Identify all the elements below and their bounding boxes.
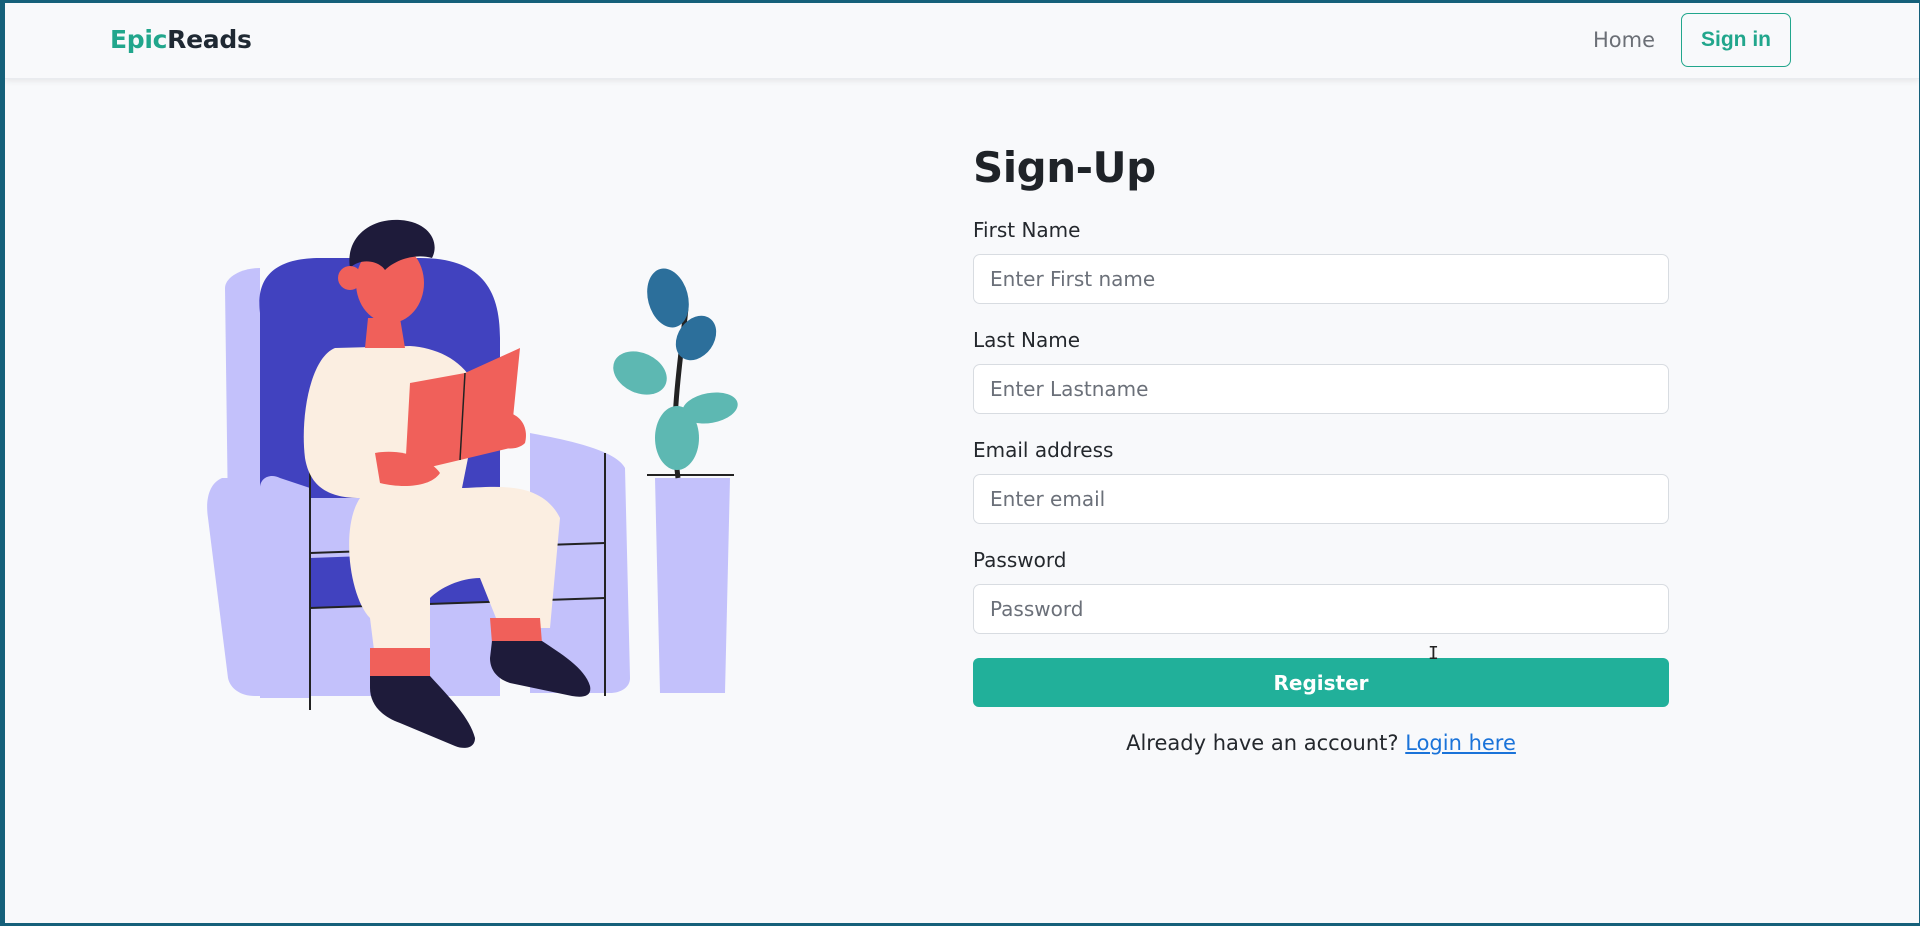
navbar: EpicReads Home Sign in [5,3,1919,79]
password-label: Password [973,548,1067,572]
nav-home-link[interactable]: Home [1593,28,1655,52]
brand-logo[interactable]: EpicReads [110,25,252,54]
first-name-input[interactable] [973,254,1669,304]
password-input[interactable] [973,584,1669,634]
last-name-label: Last Name [973,328,1081,352]
signup-form: Sign-Up First Name Last Name Email addre… [973,143,1673,755]
login-prompt: Already have an account? Login here [973,731,1669,755]
login-here-link[interactable]: Login here [1405,731,1516,755]
page-title: Sign-Up [973,143,1156,192]
brand-accent: Epic [110,25,168,54]
last-name-input[interactable] [973,364,1669,414]
register-button[interactable]: Register [973,658,1669,707]
email-label: Email address [973,438,1114,462]
text-cursor-icon: I [1428,643,1439,664]
login-prompt-text: Already have an account? [1126,731,1399,755]
sign-in-button[interactable]: Sign in [1681,13,1791,67]
browser-viewport: EpicReads Home Sign in Sign-Up First Nam… [5,3,1919,923]
person-reading-in-armchair-illustration [207,219,738,748]
first-name-label: First Name [973,218,1081,242]
brand-rest: Reads [167,25,252,54]
email-input[interactable] [973,474,1669,524]
